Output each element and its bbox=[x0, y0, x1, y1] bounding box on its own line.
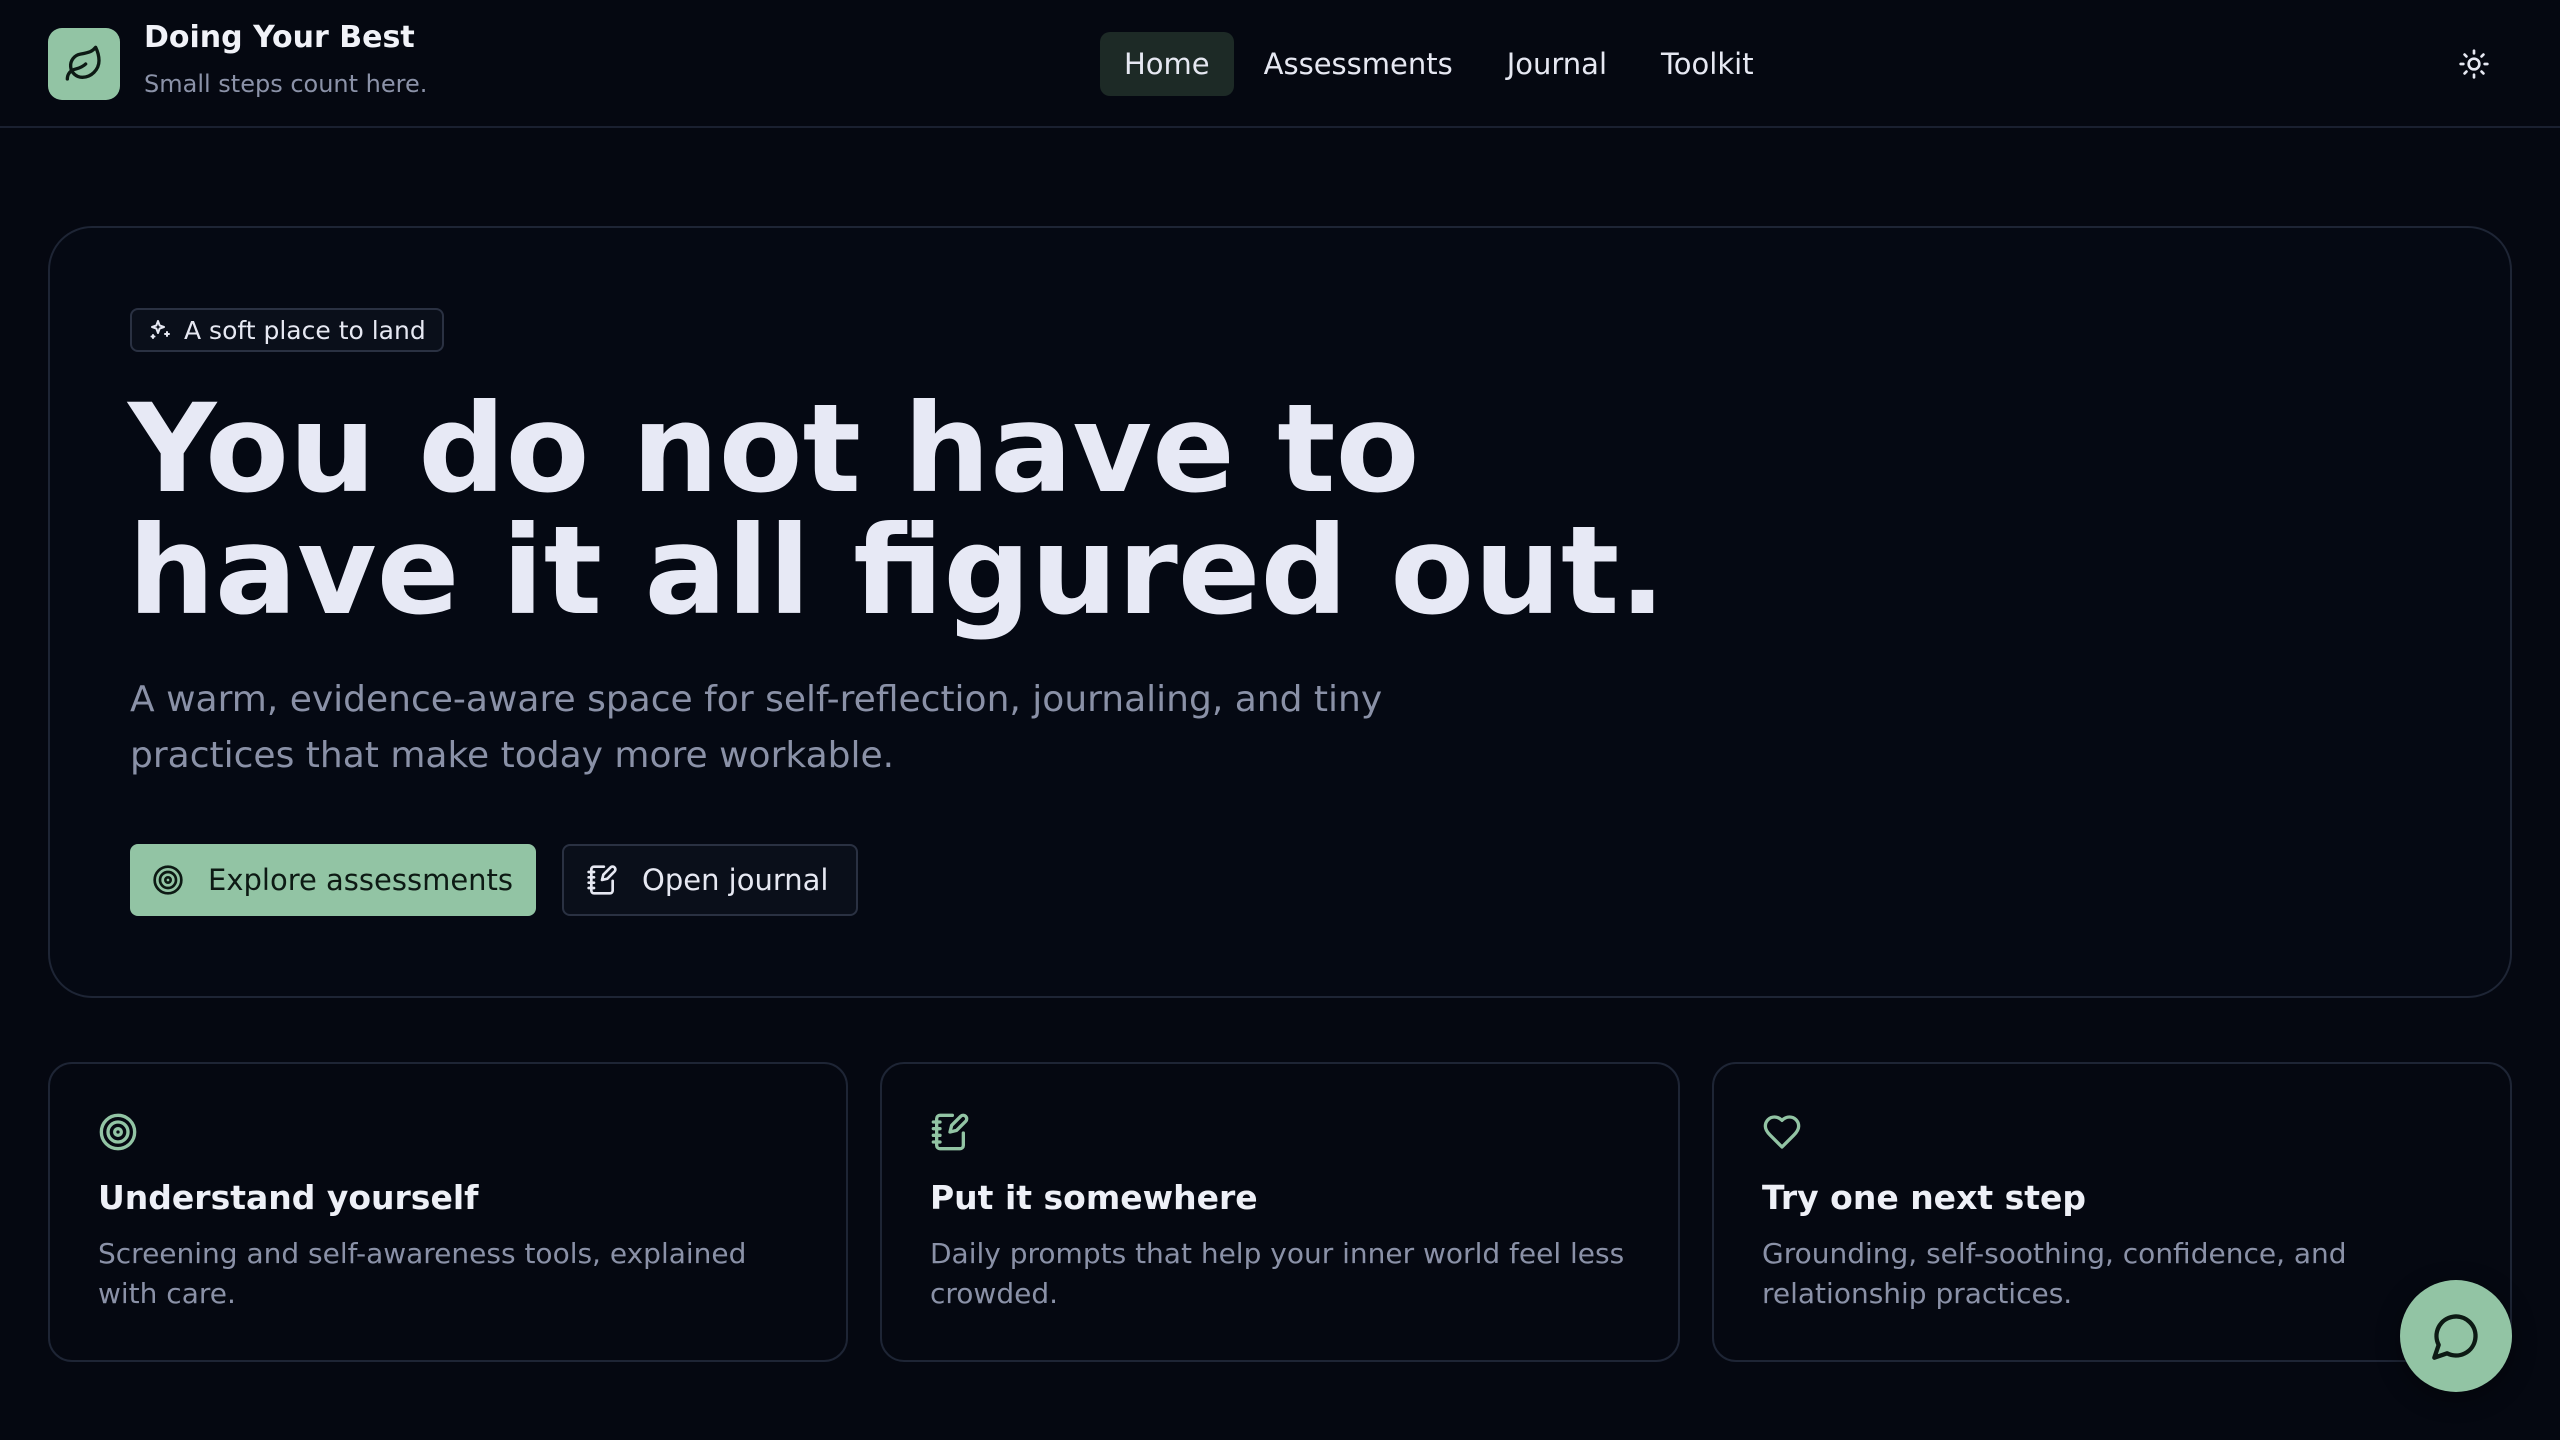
target-icon bbox=[99, 1113, 137, 1151]
main-nav: Home Assessments Journal Toolkit bbox=[1100, 32, 1778, 96]
sun-icon bbox=[2459, 49, 2489, 79]
nav-item-home[interactable]: Home bbox=[1100, 32, 1234, 96]
card-title: Understand yourself bbox=[98, 1178, 479, 1217]
brand-tagline: Small steps count here. bbox=[144, 70, 428, 98]
explore-assessments-button[interactable]: Explore assessments bbox=[130, 844, 536, 916]
card-description: Screening and self-awareness tools, expl… bbox=[98, 1237, 747, 1310]
hero-title-line-2: have it all figured out. bbox=[128, 500, 1666, 642]
chat-bubble-icon bbox=[2432, 1314, 2478, 1360]
hero-title-line-1: You do not have to bbox=[128, 378, 1420, 520]
notebook-pen-icon bbox=[931, 1113, 969, 1151]
explore-assessments-label: Explore assessments bbox=[208, 863, 514, 897]
open-journal-label: Open journal bbox=[642, 863, 829, 897]
heart-icon bbox=[1763, 1115, 1801, 1149]
card-title: Try one next step bbox=[1762, 1178, 2087, 1217]
hero-panel: A soft place to land You do not have to … bbox=[48, 226, 2512, 998]
nav-item-journal[interactable]: Journal bbox=[1483, 32, 1631, 96]
notebook-pen-icon bbox=[587, 865, 617, 895]
card-description: Grounding, self-soothing, confidence, an… bbox=[1762, 1237, 2347, 1310]
card-title: Put it somewhere bbox=[930, 1178, 1258, 1217]
feature-card-understand[interactable]: Understand yourself Screening and self-a… bbox=[48, 1062, 848, 1362]
brand-logo[interactable] bbox=[48, 28, 120, 100]
theme-toggle-button[interactable] bbox=[2454, 44, 2494, 84]
nav-item-toolkit[interactable]: Toolkit bbox=[1637, 32, 1778, 96]
card-description: Daily prompts that help your inner world… bbox=[930, 1237, 1625, 1310]
open-journal-button[interactable]: Open journal bbox=[562, 844, 858, 916]
feature-card-put-it-somewhere[interactable]: Put it somewhere Daily prompts that help… bbox=[880, 1062, 1680, 1362]
hero-title: You do not have to have it all figured o… bbox=[128, 388, 1666, 632]
nav-item-assessments[interactable]: Assessments bbox=[1240, 32, 1477, 96]
feature-card-next-step[interactable]: Try one next step Grounding, self-soothi… bbox=[1712, 1062, 2512, 1362]
hero-subtitle: A warm, evidence-aware space for self-re… bbox=[130, 679, 1383, 776]
hero-badge-label: A soft place to land bbox=[184, 315, 426, 345]
leaf-icon bbox=[65, 45, 101, 81]
brand-title[interactable]: Doing Your Best bbox=[144, 20, 415, 55]
top-bar: Doing Your Best Small steps count here. … bbox=[0, 0, 2560, 128]
hero-badge: A soft place to land bbox=[130, 308, 444, 352]
target-icon bbox=[153, 865, 183, 895]
sparkles-icon bbox=[150, 320, 170, 339]
chat-button[interactable] bbox=[2400, 1280, 2512, 1392]
